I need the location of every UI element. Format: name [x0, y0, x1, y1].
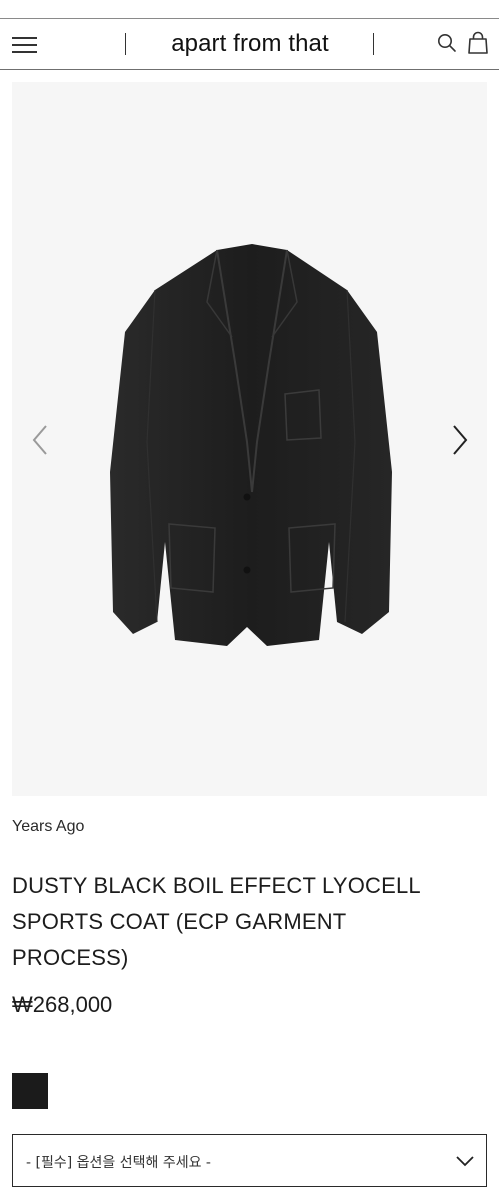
chevron-left-icon[interactable] — [26, 422, 56, 458]
search-icon[interactable] — [437, 33, 457, 53]
option-select[interactable]: - [필수] 옵션을 선택해 주세요 - — [12, 1134, 487, 1187]
product-title: DUSTY BLACK BOIL EFFECT LYOCELL SPORTS C… — [12, 868, 482, 976]
product-title-line: DUSTY BLACK BOIL EFFECT LYOCELL — [12, 873, 421, 898]
product-price: ₩268,000 — [12, 992, 113, 1017]
hamburger-menu-icon[interactable] — [12, 36, 38, 54]
product-title-line: SPORTS COAT (ECP GARMENT — [12, 909, 347, 934]
header-divider-right — [373, 33, 375, 55]
site-logo[interactable]: apart from that — [127, 29, 373, 59]
color-swatch-black[interactable] — [12, 1073, 48, 1109]
product-image-gallery — [12, 82, 487, 796]
option-placeholder: - [필수] 옵션을 선택해 주세요 - — [26, 1155, 211, 1171]
site-header: apart from that — [0, 19, 499, 70]
product-title-line: PROCESS) — [12, 945, 129, 970]
shopping-bag-icon[interactable] — [467, 31, 489, 55]
chevron-right-icon[interactable] — [444, 422, 474, 458]
black-sports-coat-photo — [110, 244, 392, 646]
chevron-down-icon — [455, 1154, 475, 1168]
product-brand[interactable]: Years Ago — [12, 818, 84, 836]
